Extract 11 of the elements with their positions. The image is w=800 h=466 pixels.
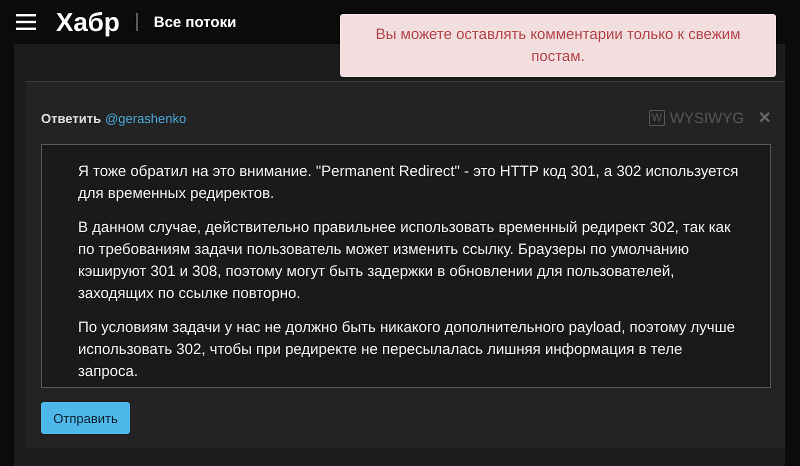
comment-paragraph: По условиям задачи у нас не должно быть никакого дополнительного payload, поэтому лучше использовать 302, чтобы при редиректе не пересылалась лишняя информация в теле запроса. <box>78 318 736 382</box>
comment-editor[interactable] <box>41 144 771 388</box>
submit-button[interactable]: Отправить <box>41 402 130 434</box>
toast-message: Вы можете оставлять комментарии только к свежим постам. <box>374 24 742 66</box>
menu-icon[interactable] <box>16 14 36 30</box>
site-logo[interactable]: Хабр <box>56 6 120 38</box>
mention-link[interactable]: @gerashenko <box>105 110 186 126</box>
comment-paragraph: Я тоже обратил на это внимание. "Permanent Redirect" - это HTTP код 301, а 302 используется для временных редиректов. <box>78 162 740 204</box>
reply-label: Ответить <box>41 110 102 126</box>
section-link[interactable]: Все потоки <box>154 14 236 30</box>
comment-paragraph: В данном случае, действительно правильнее использовать временный редирект 302, так как по требованиям задачи пользователь может изменить ссылку. Браузеры по умолчанию кэшируют 301 и 308, поэтому могут быть задержки в обновлении для пользователей, заходящих по ссылке повторно. <box>78 218 732 304</box>
